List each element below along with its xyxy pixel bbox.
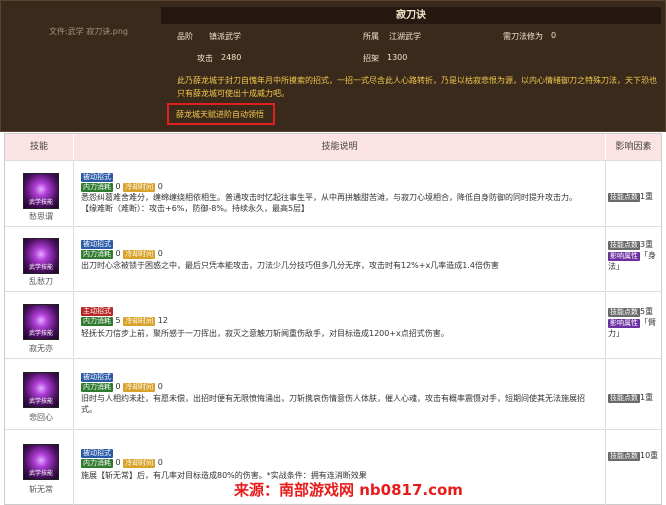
parry-label: 招架 [363, 54, 379, 63]
cd-tag: 冷却时间 [123, 383, 156, 392]
cd-value: 0 [157, 249, 163, 258]
skill-icon: 武学技能 [23, 304, 59, 340]
type-tag: 被动招式 [81, 373, 113, 382]
cd-value: 12 [157, 316, 168, 325]
cost-tag: 内力消耗 [81, 317, 113, 326]
cost-tag: 内力消耗 [81, 250, 113, 259]
influence-cell: 技能点数 3重 影响属性 「身法」 [608, 239, 660, 272]
skill-icon: 武学技能 [23, 173, 59, 209]
cd-value: 0 [157, 458, 163, 467]
cd-value: 0 [157, 382, 163, 391]
table-row: 武学技能 乱愁刀 被动招式 内力消耗 0 冷却时间 0 出刀时心念被锁于困惑之中… [5, 226, 661, 290]
influence-cell: 技能点数 1重 [608, 191, 660, 202]
influence-tag: 影响属性 [608, 319, 640, 328]
type-tag: 被动招式 [81, 449, 113, 458]
req-label: 需刀法修为 [503, 32, 543, 41]
influence-tag: 影响属性 [608, 252, 640, 261]
req-value: 0 [551, 31, 557, 40]
skill-name: 寂无亦 [29, 344, 53, 353]
cd-tag: 冷却时间 [123, 250, 156, 259]
talent-text: 薛龙城天赋进阶自动领悟 [176, 110, 264, 119]
influence-text: 10重 [640, 451, 659, 460]
cd-tag: 冷却时间 [123, 459, 156, 468]
talent-highlight-box: 薛龙城天赋进阶自动领悟 [167, 103, 275, 125]
skill-name: 悲回心 [29, 413, 53, 422]
influence-tag: 技能点数 [608, 193, 640, 202]
source-watermark: 来源：南部游戏网 nb0817.com [234, 481, 463, 499]
header-description: 技能说明 [74, 134, 605, 160]
cost-value: 5 [115, 316, 121, 325]
table-row: 武学技能 悲回心 被动招式 内力消耗 0 冷却时间 0 旧时与人相约未赴，有愿未… [5, 358, 661, 428]
atk-value: 2480 [221, 53, 242, 62]
type-tag: 被动招式 [81, 173, 113, 182]
influence-cell: 技能点数 5重 影响属性 「臂力」 [608, 306, 660, 339]
cost-value: 0 [115, 458, 121, 467]
influence-text: 1重 [640, 192, 654, 201]
cd-tag: 冷却时间 [123, 183, 156, 192]
influence-tag: 技能点数 [608, 241, 640, 250]
rank-label: 品阶 [177, 32, 193, 41]
skill-title: 寂刀诀 [161, 7, 661, 24]
rank-value: 镇派武学 [209, 32, 241, 41]
skill-info-panel: 寂刀诀 文件:武学 寂刀诀.png 品阶 镇派武学 所属 江湖武学 需刀法修为 … [0, 0, 666, 132]
row-description: 出刀时心念被锁于困惑之中，最后只凭本能攻击，刀法少几分技巧但多几分无序，攻击时有… [81, 261, 499, 270]
skill-icon: 武学技能 [23, 238, 59, 274]
influence-tag: 技能点数 [608, 394, 640, 403]
cd-tag: 冷却时间 [123, 317, 156, 326]
school-label: 所属 [363, 32, 379, 41]
skill-icon: 武学技能 [23, 444, 59, 480]
skills-table: 技能 技能说明 影响因素 武学技能 愁思谓 被动招式 内力消耗 0 冷却时间 0… [4, 133, 662, 505]
cost-tag: 内力消耗 [81, 183, 113, 192]
row-description: 轻抚长刀信步上前，聚所感于一刀挥出，寂灭之意触刀斩闻重伤敌手，对目标造成1200… [81, 329, 449, 338]
skill-name: 乱愁刀 [29, 277, 53, 286]
cost-value: 0 [115, 382, 121, 391]
influence-tag: 技能点数 [608, 308, 640, 317]
cd-value: 0 [157, 182, 163, 191]
header-skill: 技能 [5, 134, 73, 160]
school-value: 江湖武学 [389, 32, 421, 41]
skill-name: 斩无常 [29, 485, 53, 494]
row-description: 旧时与人相约未赴，有愿未偿，出招时便有无限愤悔涌出，刀斩携哀伤情意伤人体肤，催人… [81, 394, 585, 414]
cost-tag: 内力消耗 [81, 383, 113, 392]
type-tag: 主动招式 [81, 307, 113, 316]
cost-value: 0 [115, 249, 121, 258]
skill-name: 愁思谓 [29, 212, 53, 221]
atk-label: 攻击 [197, 54, 213, 63]
influence-text: 5重 [640, 307, 654, 316]
image-filename[interactable]: 文件:武学 寂刀诀.png [49, 26, 128, 37]
skill-description: 此乃薛龙城于封刀自愧年月中所摸索的招式，一招一式尽含此人心路转折，乃是以枯寂悲恨… [177, 76, 657, 98]
influence-cell: 技能点数 10重 [608, 450, 660, 461]
type-tag: 被动招式 [81, 240, 113, 249]
table-row: 武学技能 愁思谓 被动招式 内力消耗 0 冷却时间 0 悉怨纠葛难舍难分，缠绵缠… [5, 160, 661, 225]
influence-text: 3重 [640, 240, 654, 249]
skill-icon: 武学技能 [23, 372, 59, 408]
cost-tag: 内力消耗 [81, 459, 113, 468]
header-influence: 影响因素 [606, 134, 661, 160]
table-row: 武学技能 寂无亦 主动招式 内力消耗 5 冷却时间 12 轻抚长刀信步上前，聚所… [5, 291, 661, 357]
influence-text: 1重 [640, 393, 654, 402]
row-description: 悉怨纠葛难舍难分，缠绵缠绕相依相生。普通攻击时忆起往事生平，从中再拼触甜苦滩，与… [81, 193, 577, 213]
parry-value: 1300 [387, 53, 408, 62]
influence-cell: 技能点数 1重 [608, 392, 660, 403]
influence-tag: 技能点数 [608, 452, 640, 461]
cost-value: 0 [115, 182, 121, 191]
